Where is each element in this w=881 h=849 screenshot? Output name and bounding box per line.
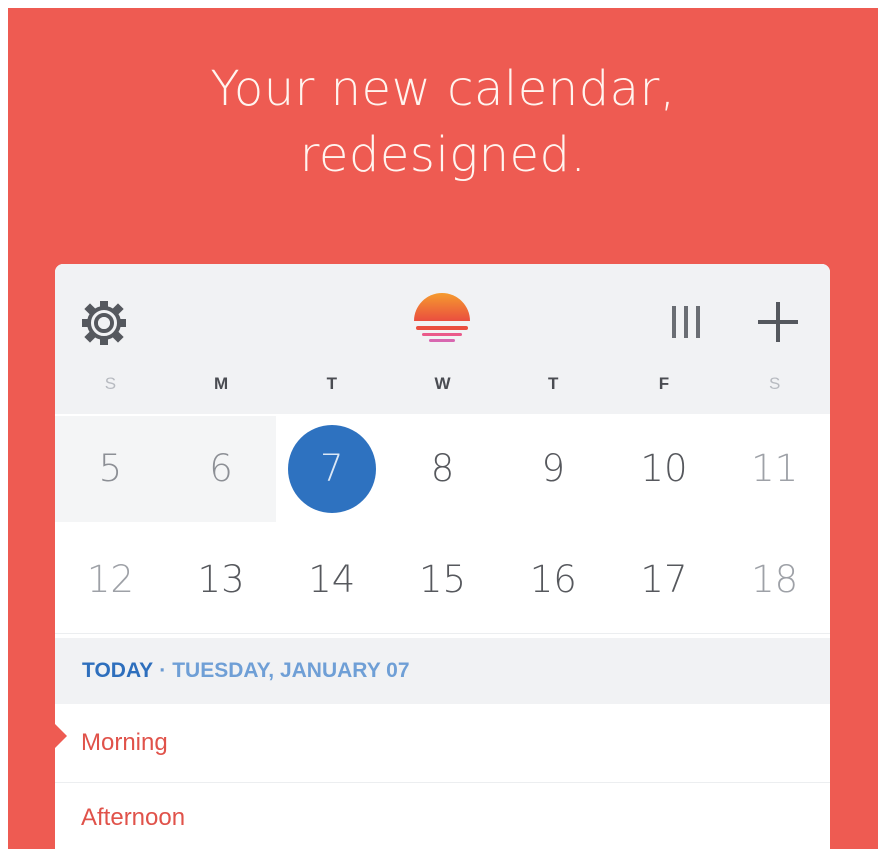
day-cell[interactable]: 12	[55, 527, 166, 633]
section-label: Morning	[81, 729, 168, 756]
sun-logo-icon	[414, 293, 470, 342]
plus-icon[interactable]	[756, 300, 800, 344]
calendar-card: S M T W T F S 5 6 7 8 9 10 11 12 13 14 1…	[55, 264, 830, 849]
day-cell[interactable]: 9	[498, 416, 609, 522]
date-label: TUESDAY, JANUARY 07	[172, 659, 410, 682]
section-label: Afternoon	[81, 804, 186, 831]
day-cell[interactable]: 16	[498, 527, 609, 633]
agenda-section-afternoon[interactable]: Afternoon	[55, 782, 830, 849]
day-cell[interactable]: 5	[55, 416, 166, 522]
day-cell[interactable]: 17	[609, 527, 720, 633]
day-cell-selected[interactable]: 7	[276, 416, 388, 522]
calendar-toolbar: S M T W T F S	[55, 264, 830, 414]
day-cell[interactable]: 10	[609, 416, 720, 522]
weekday-label: T	[548, 374, 559, 393]
day-cell[interactable]: 13	[166, 527, 277, 633]
date-separator: ·	[159, 659, 167, 682]
promo-headline: Your new calendar, redesigned.	[8, 56, 878, 188]
weekday-label: T	[326, 374, 337, 393]
day-cell[interactable]: 8	[387, 416, 498, 522]
selected-day-circle: 7	[287, 425, 376, 513]
gear-icon[interactable]	[81, 300, 127, 346]
current-time-marker	[55, 724, 67, 748]
weekday-label: S	[104, 374, 117, 393]
weekday-label: S	[769, 374, 781, 393]
day-cell[interactable]: 14	[276, 527, 387, 633]
day-cell[interactable]: 18	[719, 527, 830, 633]
day-cell[interactable]: 11	[719, 416, 830, 522]
week-row: 5 6 7 8 9 10 11	[55, 416, 830, 522]
promo-background: Your new calendar, redesigned. S M T W T…	[8, 8, 878, 849]
headline-line-2: redesigned.	[299, 127, 587, 183]
headline-line-1: Your new calendar,	[210, 61, 676, 117]
calendar-divider	[55, 633, 830, 634]
day-cell[interactable]: 6	[165, 416, 277, 522]
week-row: 12 13 14 15 16 17 18	[55, 527, 830, 633]
weekday-header: S M T W T F S	[55, 364, 830, 412]
view-toggle-icon[interactable]	[670, 304, 704, 340]
agenda-date-header: TODAY · TUESDAY, JANUARY 07	[55, 638, 830, 704]
today-label: TODAY	[82, 659, 154, 682]
weekday-label: W	[434, 374, 451, 393]
agenda-section-morning[interactable]: Morning	[55, 708, 830, 778]
weekday-label: F	[658, 374, 670, 393]
day-cell[interactable]: 15	[387, 527, 498, 633]
weekday-label: M	[213, 374, 229, 393]
